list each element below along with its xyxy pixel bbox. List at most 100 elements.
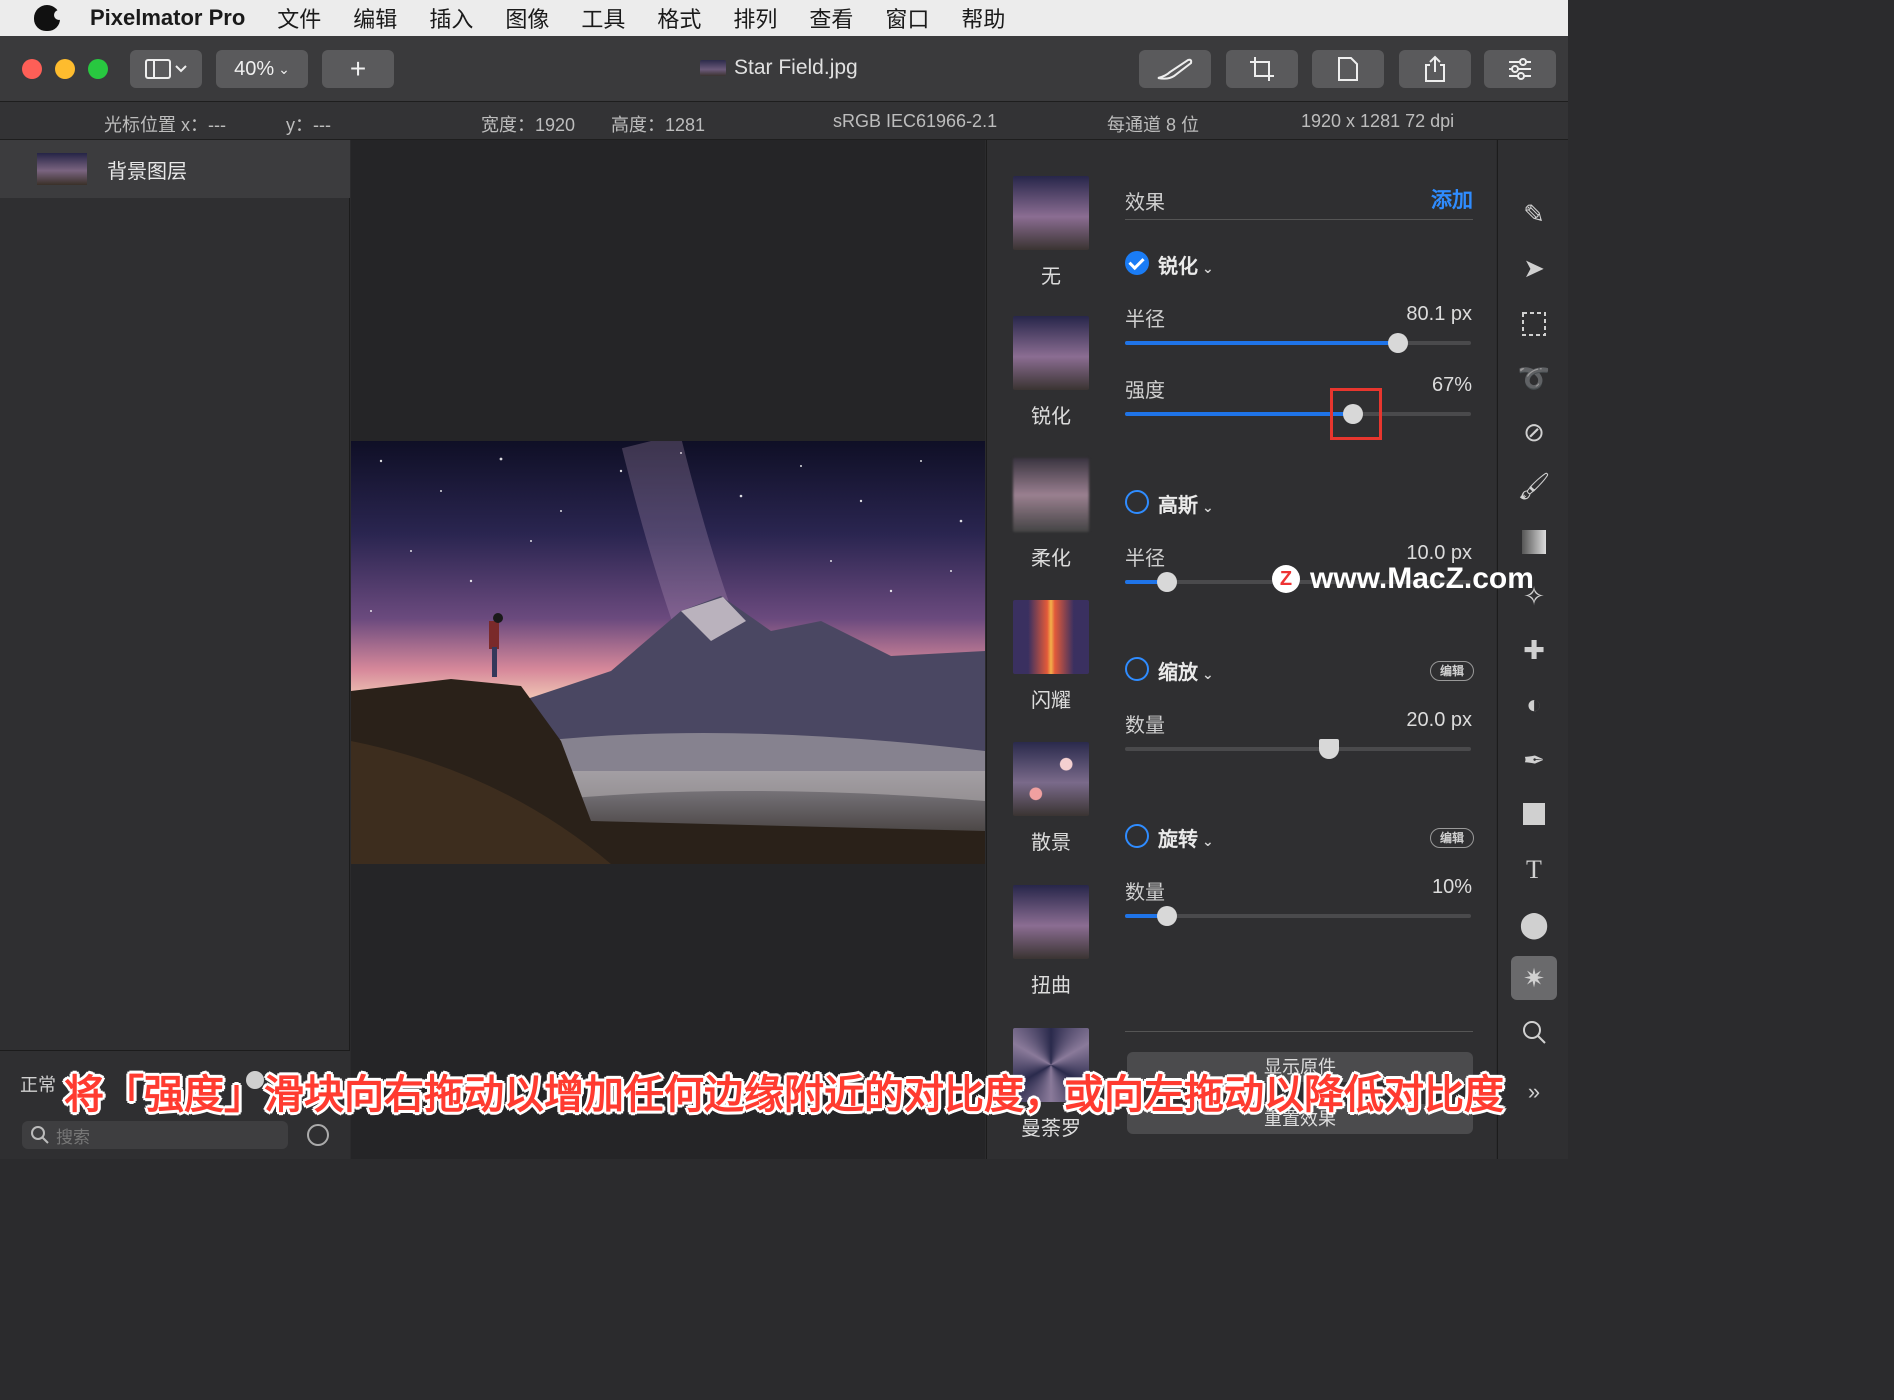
paint-brush-icon: 🖌 — [1517, 470, 1551, 501]
color-circles-icon: ⬤ — [1519, 908, 1549, 939]
lasso-tool[interactable]: ➰ — [1511, 356, 1557, 400]
zoom-edit-button[interactable]: 编辑 — [1430, 661, 1474, 681]
close-window-button[interactable] — [22, 59, 42, 79]
spin-amount-slider[interactable] — [1125, 906, 1471, 926]
magnifier-icon — [1523, 1021, 1546, 1044]
sharpen-effect-title[interactable]: 锐化 ⌄ — [1158, 250, 1214, 279]
slider-fill — [1125, 412, 1354, 416]
rectangle-shape-icon — [1523, 803, 1545, 825]
zoom-effect-title[interactable]: 缩放 ⌄ — [1158, 656, 1214, 685]
effects-tool[interactable]: ✷ — [1511, 956, 1557, 1000]
quick-selection-tool[interactable]: ⊘ — [1511, 410, 1557, 454]
brush-style-icon: ✎ — [1523, 198, 1545, 229]
type-tool[interactable]: T — [1511, 848, 1557, 892]
color-profile: sRGB IEC61966-2.1 — [833, 111, 998, 131]
zoom-effect-name: 缩放 — [1158, 662, 1198, 684]
sidebar-toggle-button[interactable] — [130, 50, 202, 88]
zoom-enable-checkbox[interactable] — [1125, 657, 1149, 681]
preset-label: 扭曲 — [1031, 975, 1071, 997]
sharpen-intensity-value[interactable]: 67% — [1432, 374, 1472, 397]
zoom-amount-slider[interactable] — [1125, 739, 1471, 759]
menu-file[interactable]: 文件 — [277, 2, 321, 34]
gradient-tool[interactable] — [1511, 520, 1557, 564]
zoom-amount-value[interactable]: 20.0 px — [1406, 709, 1472, 732]
document-title-text: Star Field.jpg — [734, 56, 858, 79]
menu-app-name[interactable]: Pixelmator Pro — [90, 5, 245, 31]
slider-knob[interactable] — [1156, 572, 1177, 592]
arrange-tool[interactable]: ➤ — [1511, 246, 1557, 290]
preset-sharpen[interactable]: 锐化 — [1013, 316, 1089, 429]
selection-tool[interactable] — [1511, 302, 1557, 346]
slider-knob[interactable] — [1156, 906, 1177, 926]
tools-sidebar: ✎ ➤ ➰ ⊘ 🖌 ✧ ✚ ◐ ✒ T ⬤ ✷ » — [1497, 140, 1568, 1159]
style-tool[interactable]: ✎ — [1511, 192, 1557, 236]
share-button[interactable] — [1399, 50, 1471, 88]
image-canvas[interactable] — [351, 140, 985, 1159]
add-effect-button[interactable]: 添加 — [1431, 184, 1473, 214]
apple-menu-icon[interactable] — [34, 5, 64, 31]
menu-help[interactable]: 帮助 — [961, 2, 1005, 34]
color-adjust-tool[interactable]: ⬤ — [1511, 902, 1557, 946]
menu-tools[interactable]: 工具 — [581, 2, 625, 34]
crop-button[interactable] — [1226, 50, 1298, 88]
gaussian-enable-checkbox[interactable] — [1125, 490, 1149, 514]
menu-insert[interactable]: 插入 — [429, 2, 473, 34]
layer-row[interactable]: 背景图层 — [0, 140, 350, 198]
slider-knob[interactable] — [1388, 333, 1409, 353]
sharpen-radius-label: 半径 — [1125, 309, 1165, 331]
menu-arrange[interactable]: 排列 — [733, 2, 777, 34]
macz-logo-icon: Z — [1272, 565, 1300, 593]
adjust-button[interactable] — [1484, 50, 1556, 88]
export-button[interactable] — [1312, 50, 1384, 88]
spin-effect-title[interactable]: 旋转 ⌄ — [1158, 823, 1214, 852]
chevron-down-icon: ⌄ — [1202, 260, 1214, 276]
filter-icon[interactable] — [307, 1124, 329, 1146]
cursor-y: y：--- — [286, 115, 331, 135]
pointer-icon: ➤ — [1523, 252, 1545, 283]
zoom-tool[interactable] — [1511, 1010, 1557, 1054]
preset-none[interactable]: 无 — [1013, 176, 1089, 289]
add-button[interactable]: + — [322, 50, 394, 88]
shape-tool[interactable] — [1511, 792, 1557, 836]
sharpen-effect-name: 锐化 — [1158, 256, 1198, 278]
minimize-window-button[interactable] — [55, 59, 75, 79]
preset-bokeh[interactable]: 散景 — [1013, 742, 1089, 855]
bandage-icon: ✚ — [1523, 634, 1545, 665]
layers-search-field[interactable]: 搜索 — [22, 1121, 288, 1149]
sharpen-radius-slider[interactable] — [1125, 333, 1471, 353]
preset-soften[interactable]: 柔化 — [1013, 458, 1089, 571]
menu-edit[interactable]: 编辑 — [353, 2, 397, 34]
marquee-select-icon — [1522, 312, 1546, 336]
slider-knob[interactable] — [1319, 739, 1340, 759]
pen-tool[interactable]: ✒ — [1511, 738, 1557, 782]
preset-thumbnail — [1013, 458, 1089, 532]
sharpen-enable-checkbox[interactable] — [1125, 251, 1149, 275]
plus-icon: + — [349, 53, 367, 84]
spin-amount-value[interactable]: 10% — [1432, 876, 1472, 899]
menu-view[interactable]: 查看 — [809, 2, 853, 34]
menu-format[interactable]: 格式 — [657, 2, 701, 34]
preset-glow[interactable]: 闪耀 — [1013, 600, 1089, 713]
menu-bar: Pixelmator Pro 文件 编辑 插入 图像 工具 格式 排列 查看 窗… — [0, 0, 1568, 36]
zoom-level-dropdown[interactable]: 40% ⌄ — [216, 50, 308, 88]
tools-button[interactable] — [1139, 50, 1211, 88]
menu-image[interactable]: 图像 — [505, 2, 549, 34]
gaussian-effect-title[interactable]: 高斯 ⌄ — [1158, 489, 1214, 518]
tutorial-caption: 将「强度」滑块向右拖动以增加任何边缘附近的对比度，或向左拖动以降低对比度 — [64, 1073, 1504, 1117]
zoom-window-button[interactable] — [88, 59, 108, 79]
preset-label: 无 — [1041, 266, 1061, 288]
sharpen-radius-value[interactable]: 80.1 px — [1406, 303, 1472, 326]
spin-enable-checkbox[interactable] — [1125, 824, 1149, 848]
zoom-level-value: 40% — [234, 57, 275, 80]
clone-tool[interactable]: ◐ — [1511, 682, 1557, 726]
preset-distort[interactable]: 扭曲 — [1013, 885, 1089, 998]
spin-edit-button[interactable]: 编辑 — [1430, 828, 1474, 848]
sharpen-intensity-slider[interactable] — [1125, 404, 1471, 424]
preset-thumbnail — [1013, 176, 1089, 250]
image-width: 宽度：1920 — [481, 115, 576, 135]
paint-tool[interactable]: 🖌 — [1511, 464, 1557, 508]
menu-window[interactable]: 窗口 — [885, 2, 929, 34]
document-thumbnail-icon — [700, 60, 726, 76]
repair-tool[interactable]: ✚ — [1511, 628, 1557, 672]
quick-selection-icon: ⊘ — [1523, 416, 1545, 447]
